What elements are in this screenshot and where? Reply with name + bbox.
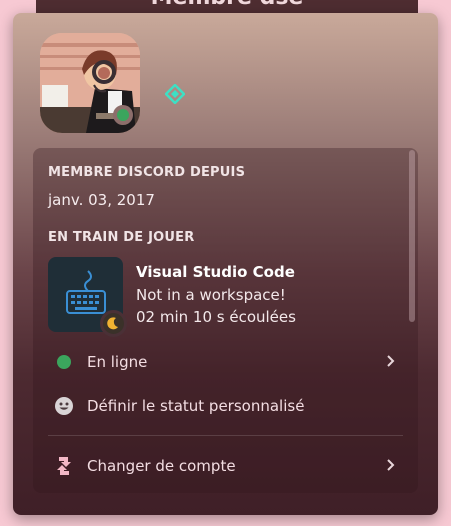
switch-accounts-icon [53, 455, 75, 477]
smiley-icon [53, 395, 75, 417]
online-status-indicator [113, 105, 133, 125]
idle-status-badge [100, 310, 127, 337]
game-elapsed-time: 02 min 10 s écoulées [136, 308, 296, 326]
member-since-heading: MEMBRE DISCORD DEPUIS [48, 165, 246, 180]
background-panel-title: Membre dse [36, 0, 418, 10]
nitro-boost-badge-icon[interactable] [165, 84, 185, 104]
member-since-date: janv. 03, 2017 [48, 191, 155, 209]
scrollbar[interactable] [409, 150, 415, 322]
status-online-label: En ligne [87, 353, 148, 371]
custom-status-item[interactable]: Définir le statut personnalisé [48, 389, 398, 423]
menu-divider [48, 435, 403, 436]
chevron-right-icon [387, 459, 395, 471]
switch-account-item[interactable]: Changer de compte [48, 449, 398, 483]
moon-icon [107, 317, 118, 330]
status-online-item[interactable]: En ligne [48, 345, 398, 379]
profile-popout: MEMBRE DISCORD DEPUIS janv. 03, 2017 EN … [13, 13, 438, 515]
custom-status-label: Définir le statut personnalisé [87, 397, 305, 415]
game-detail: Not in a workspace! [136, 286, 286, 304]
activity-heading: EN TRAIN DE JOUER [48, 230, 195, 245]
online-status-icon [53, 351, 75, 373]
switch-account-label: Changer de compte [87, 457, 236, 475]
chevron-right-icon [387, 355, 395, 367]
game-name: Visual Studio Code [136, 263, 295, 281]
